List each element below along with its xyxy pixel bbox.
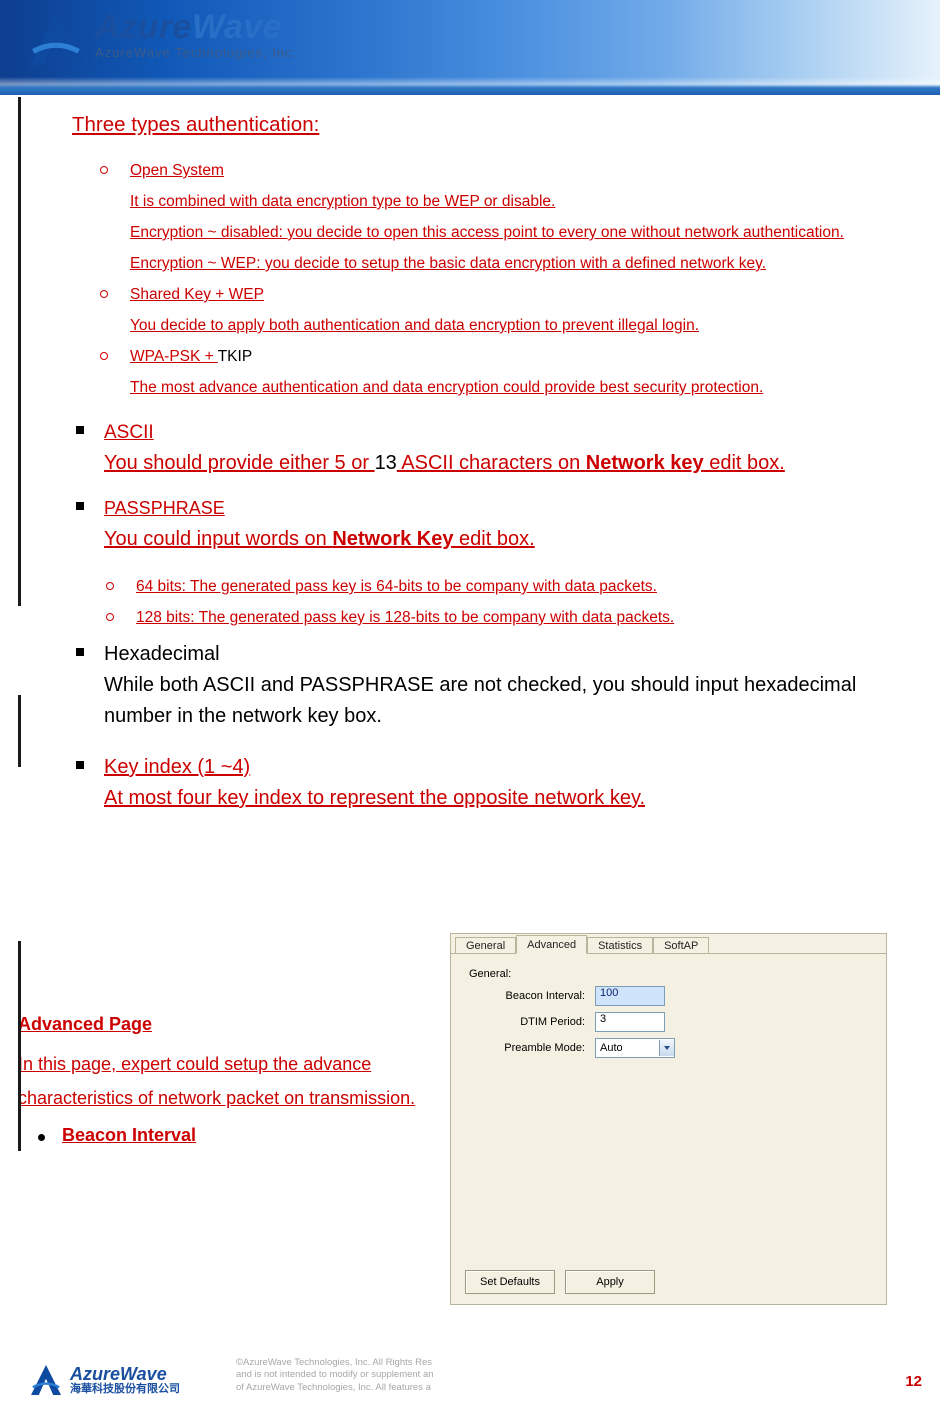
- ascii-item: ASCII You should provide either 5 or 13 …: [76, 417, 912, 479]
- tab-softap[interactable]: SoftAP: [653, 937, 709, 953]
- page-number: 12: [905, 1373, 922, 1390]
- keyindex-title: Key index (1 ~4): [104, 756, 250, 778]
- option-list: ASCII You should provide either 5 or 13 …: [76, 417, 912, 814]
- left-rule-3: [18, 941, 21, 1151]
- header-banner: AzureWave AzureWave Technologies, Inc.: [0, 0, 940, 95]
- preamble-mode-select[interactable]: Auto: [595, 1038, 675, 1058]
- group-label: General:: [469, 968, 872, 980]
- apply-button[interactable]: Apply: [565, 1270, 655, 1294]
- list-item: 64 bits: The generated pass key is 64-bi…: [106, 571, 912, 602]
- list-item: Shared Key + WEP You decide to apply bot…: [100, 279, 912, 341]
- tab-advanced[interactable]: Advanced: [516, 935, 587, 954]
- section-heading: Three types authentication:: [72, 113, 912, 137]
- tab-general[interactable]: General: [455, 937, 516, 953]
- advanced-dialog: General Advanced Statistics SoftAP Gener…: [450, 933, 887, 1305]
- list-item: WPA-PSK + TKIP The most advance authenti…: [100, 341, 912, 403]
- list-item: 128 bits: The generated pass key is 128-…: [106, 602, 912, 633]
- brand-name: AzureWave: [95, 8, 297, 47]
- auth-wpa-title-black: TKIP: [218, 348, 252, 365]
- dtim-period-input[interactable]: 3: [595, 1012, 665, 1032]
- copyright-text: ©AzureWave Technologies, Inc. All Rights…: [236, 1357, 434, 1394]
- passphrase-sublist: 64 bits: The generated pass key is 64-bi…: [106, 571, 912, 633]
- passphrase-item: PASSPHRASE You could input words on Netw…: [76, 493, 912, 633]
- footer-brand: AzureWave: [70, 1365, 180, 1384]
- left-rule-1: [18, 97, 21, 606]
- azurewave-logo-icon: [28, 1362, 64, 1398]
- beacon-interval-label: Beacon Interval:: [465, 990, 585, 1002]
- azurewave-logo-icon: [25, 8, 87, 70]
- left-rule-2: [18, 695, 21, 767]
- preamble-mode-label: Preamble Mode:: [465, 1042, 585, 1054]
- auth-list: Open System It is combined with data enc…: [100, 155, 912, 403]
- brand-tagline: AzureWave Technologies, Inc.: [95, 45, 297, 60]
- footer: AzureWave 海華科技股份有限公司 ©AzureWave Technolo…: [0, 1348, 940, 1408]
- dtim-period-label: DTIM Period:: [465, 1016, 585, 1028]
- auth-shared-title: Shared Key + WEP: [130, 286, 264, 303]
- hex-item: Hexadecimal While both ASCII and PASSPHR…: [76, 639, 912, 732]
- advanced-page-intro: In this page, expert could setup the adv…: [18, 1047, 438, 1115]
- keyindex-item: Key index (1 ~4) At most four key index …: [76, 752, 912, 814]
- auth-wpa-title-red: WPA-PSK +: [130, 348, 218, 365]
- beacon-interval-input[interactable]: 100: [595, 986, 665, 1006]
- auth-open-title: Open System: [130, 162, 224, 179]
- tab-statistics[interactable]: Statistics: [587, 937, 653, 953]
- passphrase-title: PASSPHRASE: [104, 498, 225, 518]
- list-item: Open System It is combined with data enc…: [100, 155, 912, 279]
- ascii-title: ASCII: [104, 422, 154, 443]
- footer-chinese: 海華科技股份有限公司: [70, 1384, 180, 1396]
- dialog-tabs: General Advanced Statistics SoftAP: [451, 934, 886, 954]
- hex-title: Hexadecimal: [104, 643, 220, 665]
- chevron-down-icon: [659, 1040, 674, 1056]
- set-defaults-button[interactable]: Set Defaults: [465, 1270, 555, 1294]
